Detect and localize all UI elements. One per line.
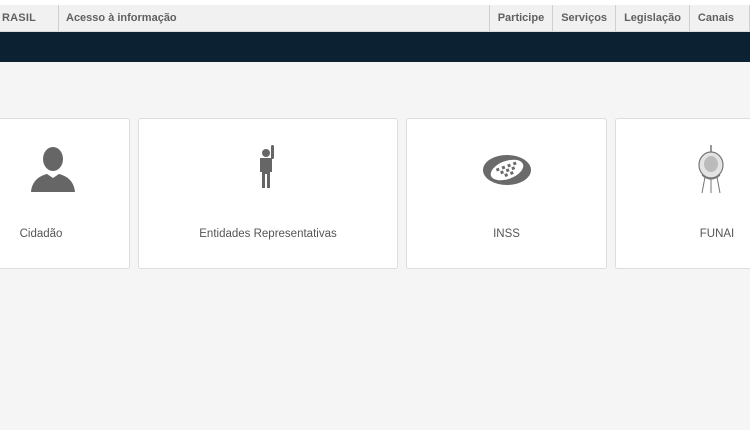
card-label: Entidades Representativas xyxy=(199,228,337,240)
brasil-logo-link[interactable]: RASIL xyxy=(0,5,59,31)
funai-logo-icon xyxy=(698,145,724,194)
card-label: INSS xyxy=(493,228,520,240)
person-icon xyxy=(31,147,75,192)
raised-hand-person-icon xyxy=(260,145,274,188)
gov-top-bar: RASIL Acesso à informação Participe Serv… xyxy=(0,0,750,32)
card-inss[interactable]: INSS xyxy=(406,118,607,269)
canais-link[interactable]: Canais xyxy=(688,5,750,31)
servicos-link[interactable]: Serviços xyxy=(552,5,615,31)
card-label: FUNAI xyxy=(699,228,735,240)
legislacao-link[interactable]: Legislação xyxy=(615,5,689,31)
participe-link[interactable]: Participe xyxy=(488,5,552,31)
acesso-informacao-link[interactable]: Acesso à informação xyxy=(66,5,177,31)
top-nav-links: Participe Serviços Legislação Canais xyxy=(488,5,750,31)
card-funai[interactable]: FUNAI xyxy=(615,118,750,269)
card-cidadao[interactable]: Cidadão xyxy=(0,118,130,269)
card-label: Cidadão xyxy=(19,228,63,240)
header-band xyxy=(0,32,750,62)
inss-logo-icon xyxy=(482,155,531,185)
card-entidades-representativas[interactable]: Entidades Representativas xyxy=(138,118,398,269)
